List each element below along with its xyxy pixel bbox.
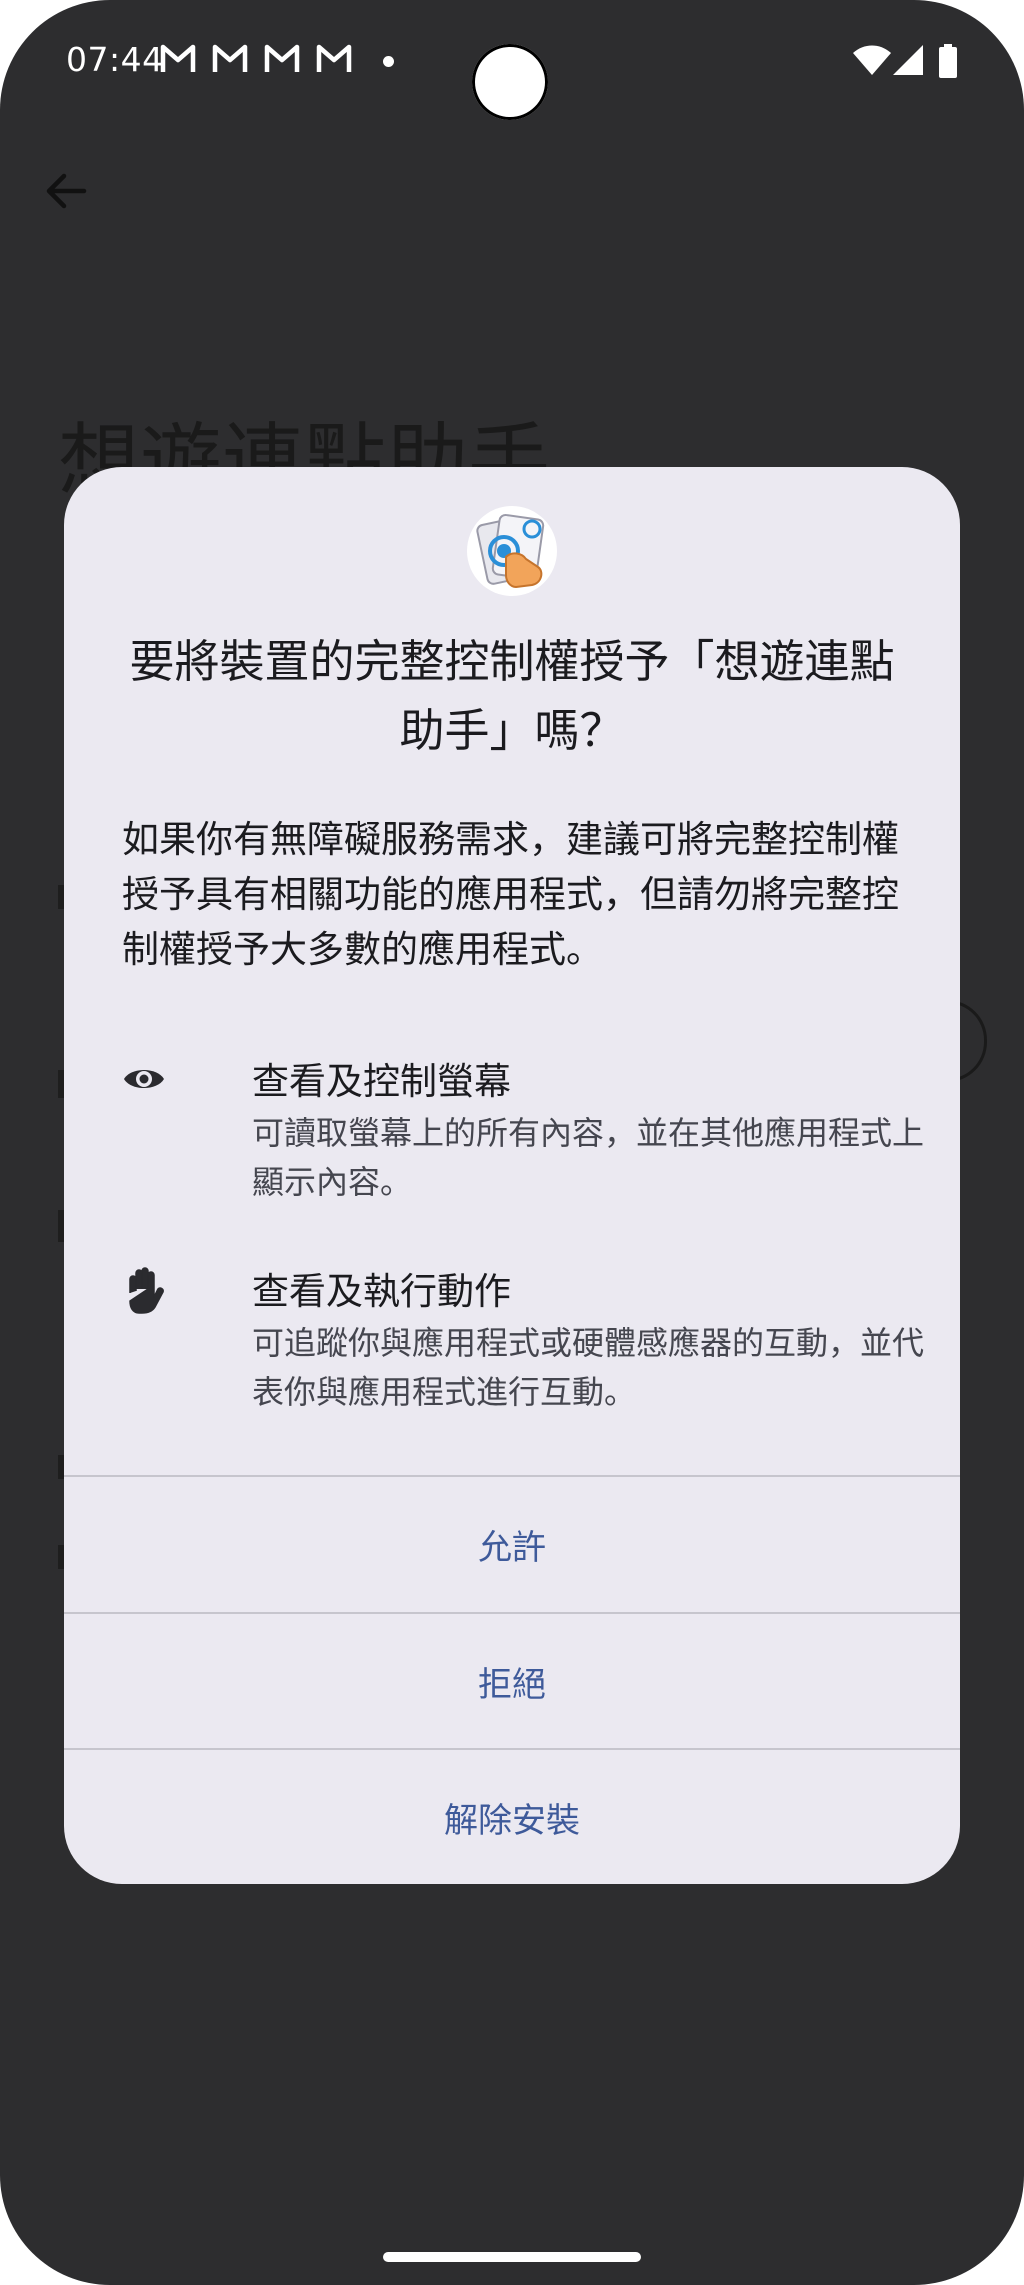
status-bar: 07:44 (0, 0, 1024, 125)
signal-icon (892, 44, 924, 80)
wifi-icon (852, 44, 892, 80)
permission-title: 查看及執行動作 (252, 1270, 511, 1313)
more-notifications-dot-icon (383, 56, 394, 67)
uninstall-button[interactable]: 解除安裝 (64, 1750, 960, 1884)
gmail-icon (316, 44, 352, 74)
battery-icon (938, 44, 958, 82)
gmail-icon (212, 44, 248, 74)
permission-description: 可讀取螢幕上的所有內容，並在其他應用程式上顯示內容。 (252, 1114, 925, 1201)
app-icon (466, 505, 558, 597)
status-time: 07:44 (66, 40, 164, 79)
back-arrow-icon[interactable] (40, 165, 92, 221)
permission-description: 可追蹤你與應用程式或硬體感應器的互動，並代表你與應用程式進行互動。 (252, 1324, 925, 1411)
eye-icon (122, 1057, 166, 1105)
gmail-icon (160, 44, 196, 74)
allow-button[interactable]: 允許 (64, 1477, 960, 1611)
home-indicator[interactable] (383, 2252, 641, 2262)
camera-cutout (472, 44, 548, 120)
dialog-title: 要將裝置的完整控制權授予「想遊連點助手」嗎？ (129, 635, 895, 757)
hand-icon (122, 1267, 166, 1319)
accessibility-permission-dialog: 要將裝置的完整控制權授予「想遊連點助手」嗎？ 如果你有無障礙服務需求，建議可將完… (64, 467, 960, 1884)
notification-icons (160, 44, 352, 74)
permission-title: 查看及控制螢幕 (252, 1060, 511, 1103)
deny-button[interactable]: 拒絕 (64, 1614, 960, 1748)
dialog-description: 如果你有無障礙服務需求，建議可將完整控制權授予具有相關功能的應用程式，但請勿將完… (122, 818, 899, 971)
gmail-icon (264, 44, 300, 74)
phone-screen: 07:44 想遊連點助手 要將裝置的完整控制權授予「想遊連點助手」嗎？ 如果你有… (0, 0, 1024, 2285)
